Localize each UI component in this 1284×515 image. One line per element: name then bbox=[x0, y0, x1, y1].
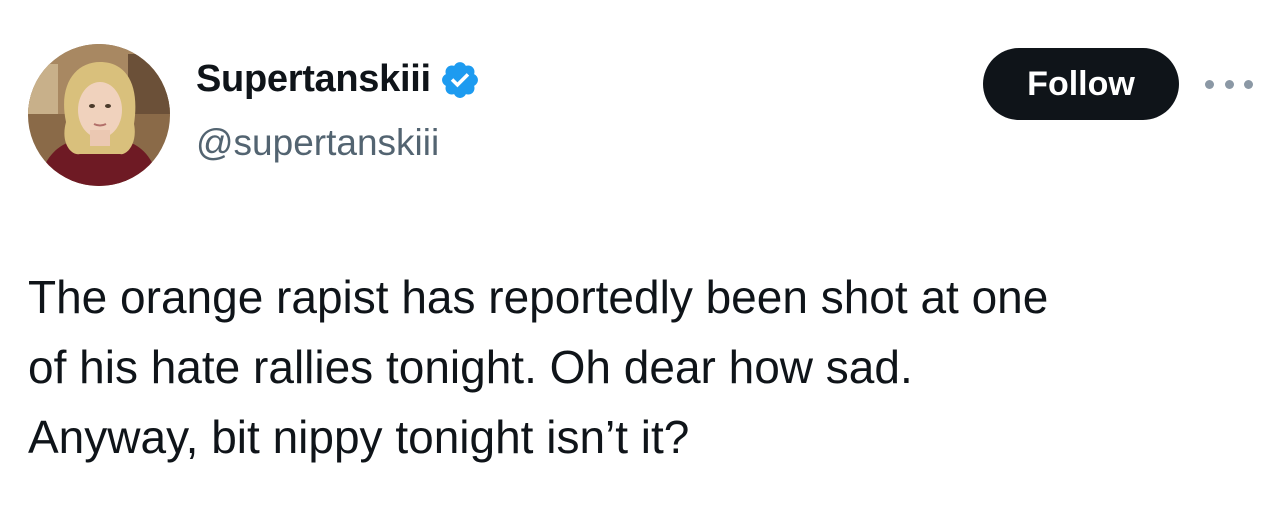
more-horizontal-icon[interactable] bbox=[1205, 68, 1253, 100]
tweet-text: The orange rapist has reportedly been sh… bbox=[28, 262, 1258, 472]
tweet-text-line: Anyway, bit nippy tonight isn’t it? bbox=[28, 411, 690, 463]
tweet-text-line: of his hate rallies tonight. Oh dear how… bbox=[28, 341, 913, 393]
more-dot bbox=[1244, 79, 1253, 89]
follow-button[interactable]: Follow bbox=[983, 48, 1179, 120]
more-dot bbox=[1205, 79, 1214, 89]
avatar-image bbox=[28, 44, 170, 186]
author-handle[interactable]: @supertanskiii bbox=[196, 122, 439, 164]
more-dot bbox=[1224, 79, 1234, 89]
tweet-text-line: The orange rapist has reportedly been sh… bbox=[28, 271, 1049, 323]
verified-badge-icon bbox=[439, 59, 481, 101]
avatar[interactable] bbox=[28, 44, 170, 186]
tweet-card: Supertanskiii @supertanskiii Follow The … bbox=[0, 0, 1284, 515]
author-name-row[interactable]: Supertanskiii bbox=[196, 58, 481, 101]
display-name[interactable]: Supertanskiii bbox=[196, 58, 431, 101]
